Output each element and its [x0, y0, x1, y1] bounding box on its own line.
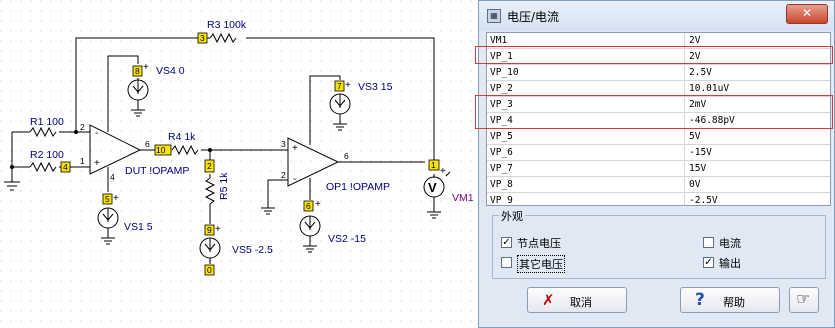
vs5-label: VS5 -2.5 [232, 244, 273, 256]
appearance-group-title: 外观 [499, 208, 525, 224]
row-value: 10.01uV [689, 83, 730, 94]
cancel-x-icon: ✗ [542, 291, 555, 309]
row-name: VP_9 [490, 195, 513, 206]
op1-pin-6: 6 [344, 151, 349, 161]
table-row[interactable]: VP_10 2.5V [487, 65, 830, 81]
r4-label: R4 1k [168, 131, 196, 143]
dut-label: DUT !OPAMP [125, 165, 189, 177]
app-icon: ▦ [487, 9, 501, 23]
node-4: 4 [63, 162, 68, 172]
other-voltage-checkbox[interactable] [501, 257, 512, 268]
vs1-label: VS1 5 [124, 221, 153, 233]
table-row[interactable]: VP_8 0V [487, 177, 830, 193]
help-question-icon: ? [695, 290, 705, 310]
r2-label: R2 100 [30, 149, 64, 161]
r3-label: R3 100k [207, 19, 247, 31]
cancel-button-label: 取消 [570, 296, 592, 309]
voltmeter-symbol: V [428, 180, 437, 195]
close-button[interactable]: ✕ [786, 4, 828, 24]
output-label: 输出 [719, 257, 741, 270]
highlight-vp1 [475, 46, 833, 64]
help-button[interactable]: ? 帮助 [680, 287, 780, 313]
node-5: 5 [105, 194, 110, 204]
row-name: VP_6 [490, 147, 513, 158]
vm1-label: VM1 [452, 192, 474, 204]
op1-minus-sign: - [293, 174, 296, 185]
row-value: 15V [689, 163, 707, 174]
current-label: 电流 [719, 237, 741, 250]
node-0: 0 [207, 265, 212, 275]
dut-pin-1: 1 [80, 156, 85, 166]
node-10: 10 [156, 145, 166, 155]
node-2: 2 [207, 161, 212, 171]
row-name: VP_7 [490, 163, 513, 174]
node-9: 9 [207, 225, 212, 235]
current-checkbox[interactable] [703, 237, 714, 248]
row-value: 0V [689, 179, 701, 190]
dut-pin-2: 2 [80, 122, 85, 132]
vs5-plus-sign: + [215, 224, 221, 235]
vs2-plus-sign: + [315, 199, 321, 210]
voltage-current-dialog: ▦ 电压/电流 ✕ VM1 2V VP_1 2V VP_10 2.5V VP_2 10.… [475, 0, 835, 328]
dut-pin-6: 6 [145, 139, 150, 149]
node-voltage-checkbox[interactable]: ✓ [501, 237, 512, 248]
help-button-label: 帮助 [723, 296, 745, 309]
highlight-vp3-vp4 [475, 95, 833, 129]
row-value: -15V [689, 147, 712, 158]
vs4-plus-sign: + [143, 62, 149, 73]
output-checkbox[interactable]: ✓ [703, 257, 714, 268]
table-row[interactable]: VP_7 15V [487, 161, 830, 177]
row-value: 5V [689, 131, 701, 142]
row-name: VP_8 [490, 179, 513, 190]
node-8: 8 [135, 66, 140, 76]
op1-pin-2: 2 [281, 170, 286, 180]
r5-label: R5 1k [218, 172, 230, 200]
dut-plus-sign: + [94, 158, 100, 169]
vs4-label: VS4 0 [156, 65, 185, 77]
node-6: 6 [306, 201, 311, 211]
op1-label: OP1 !OPAMP [326, 181, 390, 193]
table-row[interactable]: VP_5 5V [487, 129, 830, 145]
other-voltage-label: 其它电压 [517, 255, 565, 273]
vs1-plus-sign: + [113, 193, 119, 204]
r1-label: R1 100 [30, 116, 64, 128]
vs3-label: VS3 15 [358, 81, 393, 93]
row-value: 2.5V [689, 67, 712, 78]
vm1-plus-sign: + [440, 166, 446, 177]
row-name: VP_10 [490, 67, 519, 78]
node-3: 3 [200, 33, 205, 43]
node-7: 7 [337, 81, 342, 91]
dut-pin-4: 4 [110, 172, 115, 182]
row-name: VP_2 [490, 83, 513, 94]
dialog-title: 电压/电流 [507, 10, 560, 24]
pointing-hand-icon: ☞ [796, 289, 811, 308]
cancel-button[interactable]: ✗ 取消 [527, 287, 627, 313]
row-name: VP_5 [490, 131, 513, 142]
vs3-plus-sign: + [345, 80, 351, 91]
dialog-titlebar[interactable]: ▦ 电压/电流 ✕ [479, 1, 834, 31]
op1-plus-sign: + [292, 143, 298, 154]
pointer-button[interactable]: ☞ [789, 287, 819, 313]
row-value: -2.5V [689, 195, 718, 206]
vs2-label: VS2 -15 [328, 233, 366, 245]
node-1: 1 [431, 160, 436, 170]
dut-minus-sign: - [95, 128, 98, 139]
node-voltage-label: 节点电压 [517, 237, 561, 250]
schematic-canvas[interactable]: 3 8 4 10 2 9 0 5 7 6 1 2 1 6 4 - + 3 2 6… [0, 0, 480, 328]
table-row[interactable]: VP_9 -2.5V [487, 193, 830, 206]
table-row[interactable]: VP_6 -15V [487, 145, 830, 161]
op1-pin-3: 3 [281, 139, 286, 149]
